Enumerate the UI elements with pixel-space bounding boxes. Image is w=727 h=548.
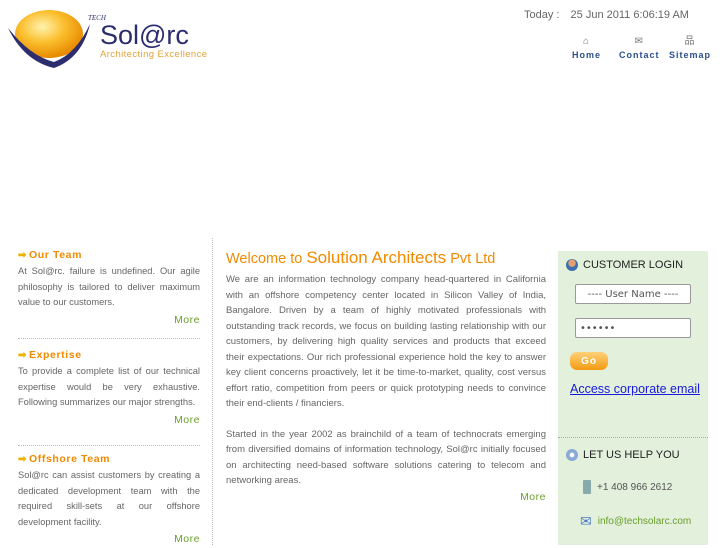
column-divider	[212, 238, 213, 545]
today-value: 25 Jun 2011 6:06:19 AM	[570, 9, 689, 21]
divider	[558, 437, 708, 438]
email-link[interactable]: info@techsolarc.com	[598, 516, 692, 527]
title-part: Pvt Ltd	[446, 251, 496, 267]
nav-contact[interactable]: ✉ Contact	[619, 36, 660, 60]
page-title: Welcome to Solution Architects Pvt Ltd	[226, 248, 546, 268]
section-our-team: ➡ Our Team At Sol@rc. failure is undefine…	[18, 248, 200, 328]
more-link[interactable]: More	[18, 313, 200, 329]
section-title: Our Team	[28, 249, 83, 261]
go-button[interactable]: Go	[570, 352, 608, 370]
home-icon: ⌂	[582, 36, 591, 47]
user-icon	[566, 259, 578, 271]
section-title: Offshore Team	[28, 453, 111, 465]
section-text: Sol@rc can assist customers by creating …	[18, 470, 200, 527]
logo[interactable]: TECH Sol@rc Architecting Excellence	[4, 6, 229, 72]
section-text: To provide a complete list of our techni…	[18, 366, 200, 407]
svg-text:Architecting Excellence: Architecting Excellence	[100, 49, 207, 60]
main-content: Welcome to Solution Architects Pvt Ltd W…	[226, 248, 546, 503]
arrow-icon: ➡	[18, 250, 27, 261]
nav-home[interactable]: ⌂ Home	[572, 36, 601, 60]
today-label: Today :	[524, 9, 560, 21]
svg-text:Sol@rc: Sol@rc	[100, 20, 189, 50]
divider	[18, 338, 200, 339]
divider	[18, 445, 200, 446]
section-offshore-team: ➡ Offshore Team Sol@rc can assist custome…	[18, 452, 200, 548]
today-display: Today : 25 Jun 2011 6:06:19 AM	[524, 9, 689, 21]
sidebar-panel: CUSTOMER LOGIN Go Access corporate email…	[558, 251, 708, 545]
gear-icon	[566, 449, 578, 461]
mail-icon: ✉	[580, 513, 592, 529]
login-heading: CUSTOMER LOGIN	[566, 259, 683, 271]
login-title: CUSTOMER LOGIN	[583, 259, 684, 271]
password-input[interactable]	[575, 318, 691, 338]
nav-sitemap-label: Sitemap	[669, 50, 712, 60]
section-expertise: ➡ Expertise To provide a complete list of…	[18, 348, 200, 428]
phone-icon	[583, 480, 591, 494]
arrow-icon: ➡	[18, 350, 27, 361]
title-part: Solution Architects	[306, 248, 447, 267]
corporate-email-link[interactable]: Access corporate email	[570, 382, 700, 396]
username-input[interactable]	[575, 284, 691, 304]
sitemap-icon: 品	[684, 36, 696, 47]
help-title: LET US HELP YOU	[583, 449, 680, 461]
phone-row: +1 408 966 2612	[583, 480, 672, 494]
section-title: Expertise	[28, 349, 82, 361]
phone-number: +1 408 966 2612	[597, 481, 673, 493]
history-paragraph: Started in the year 2002 as brainchild o…	[226, 428, 546, 487]
more-link[interactable]: More	[18, 413, 200, 429]
title-part: Welcome to	[226, 251, 307, 267]
mail-icon: ✉	[634, 36, 644, 47]
section-text: At Sol@rc. failure is undefined. Our agi…	[18, 266, 200, 307]
nav-contact-label: Contact	[619, 50, 660, 60]
more-link[interactable]: More	[226, 491, 546, 503]
nav-sitemap[interactable]: 品 Sitemap	[669, 36, 711, 60]
arrow-icon: ➡	[18, 454, 27, 465]
email-row: ✉ info@techsolarc.com	[580, 513, 691, 530]
more-link[interactable]: More	[18, 532, 200, 548]
help-heading: LET US HELP YOU	[566, 449, 680, 461]
intro-paragraph: We are an information technology company…	[226, 274, 546, 409]
nav-home-label: Home	[572, 50, 602, 60]
